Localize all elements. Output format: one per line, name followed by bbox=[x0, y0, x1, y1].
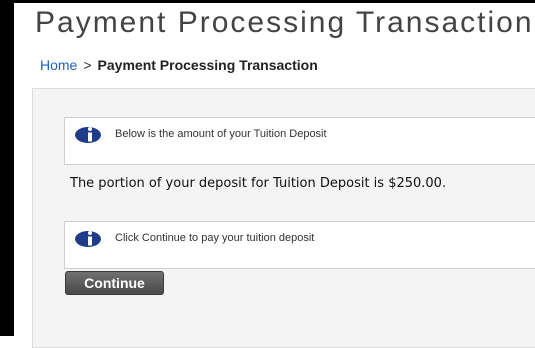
notice-text: Below is the amount of your Tuition Depo… bbox=[115, 128, 327, 140]
window-frame-left bbox=[0, 0, 14, 336]
deposit-amount-text: The portion of your deposit for Tuition … bbox=[70, 176, 447, 191]
continue-button[interactable]: Continue bbox=[65, 271, 164, 295]
window-frame-top bbox=[0, 0, 535, 3]
breadcrumb: Home > Payment Processing Transaction bbox=[40, 57, 318, 73]
breadcrumb-current: Payment Processing Transaction bbox=[97, 57, 318, 73]
tuition-amount-notice: Below is the amount of your Tuition Depo… bbox=[64, 117, 535, 165]
continue-instruction-notice: Click Continue to pay your tuition depos… bbox=[64, 221, 535, 269]
info-icon bbox=[74, 229, 102, 249]
breadcrumb-home-link[interactable]: Home bbox=[40, 57, 77, 73]
notice-text: Click Continue to pay your tuition depos… bbox=[115, 232, 315, 244]
breadcrumb-separator: > bbox=[83, 57, 92, 73]
info-icon bbox=[74, 125, 102, 145]
page-title: Payment Processing Transaction bbox=[35, 6, 534, 39]
